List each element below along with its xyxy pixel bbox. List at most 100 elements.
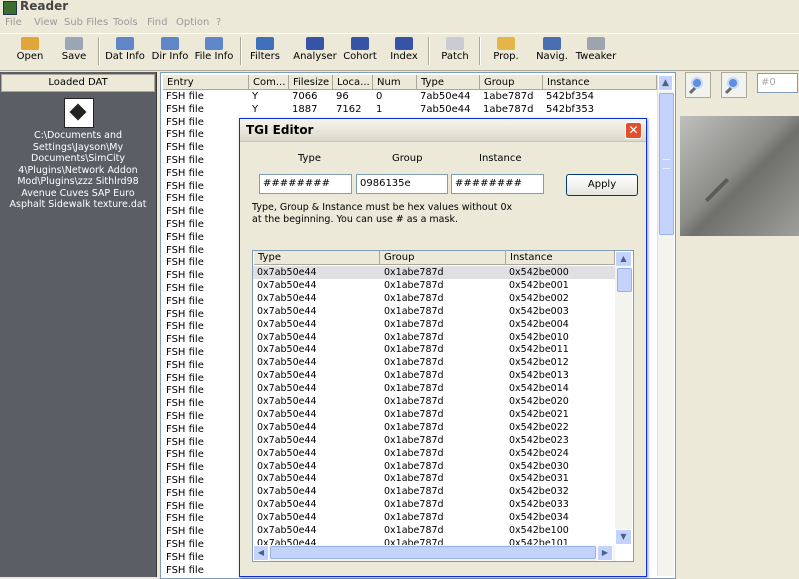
index-button[interactable]: Index	[387, 34, 421, 68]
tgi-list-row[interactable]: 0x7ab50e44 0x1abe787d 0x542be030	[253, 460, 617, 473]
file-list-row[interactable]: FSH file Y 1887 7162 1 7ab50e44 1abe787d 542bf3…	[166, 104, 656, 116]
column-type[interactable]: Type	[417, 75, 480, 90]
tgi-column-type[interactable]: Type	[254, 251, 380, 265]
file-list-cell: 542bf354	[546, 91, 595, 102]
close-icon[interactable]: ✕	[625, 122, 642, 139]
scroll-right-icon[interactable]: ▶	[597, 545, 613, 561]
scroll-left-icon[interactable]: ◀	[253, 545, 269, 561]
file-list-cell: FSH file	[166, 564, 204, 576]
column-compressed[interactable]: Com...	[249, 75, 289, 90]
dialog-title-bar[interactable]: TGI Editor ✕	[240, 119, 646, 142]
menu-tools[interactable]: Tools	[113, 17, 138, 28]
menu-find[interactable]: Find	[147, 17, 168, 28]
cohort-icon	[351, 37, 369, 50]
tgi-column-group[interactable]: Group	[380, 251, 506, 265]
tgi-list-row[interactable]: 0x7ab50e44 0x1abe787d 0x542be011	[253, 343, 617, 356]
texture-preview-panel: #0	[678, 72, 799, 577]
tgi-list-cell: 0x542be032	[509, 486, 569, 498]
file-list-scrollbar[interactable]: ▲	[657, 75, 674, 576]
tgi-list[interactable]: Type Group Instance 0x7ab50e44 0x1abe787d…	[252, 250, 634, 562]
tgi-list-row[interactable]: 0x7ab50e44 0x1abe787d 0x542be100	[253, 524, 617, 537]
tgi-list-row[interactable]: 0x7ab50e44 0x1abe787d 0x542be003	[253, 305, 617, 318]
dir-info-button[interactable]: Dir Info	[150, 34, 190, 68]
file-list-cell: FSH file	[166, 398, 204, 410]
column-instance[interactable]: Instance	[543, 75, 657, 90]
tgi-list-row[interactable]: 0x7ab50e44 0x1abe787d 0x542be022	[253, 421, 617, 434]
group-input[interactable]: 0986135e	[356, 174, 448, 194]
filters-button[interactable]: Filters	[247, 34, 283, 68]
menu-file[interactable]: File	[5, 17, 22, 28]
apply-button[interactable]: Apply	[566, 174, 638, 196]
zoom-in-button[interactable]	[685, 72, 711, 98]
dialog-title: TGI Editor	[246, 123, 314, 137]
tgi-list-row[interactable]: 0x7ab50e44 0x1abe787d 0x542be020	[253, 395, 617, 408]
tgi-list-row[interactable]: 0x7ab50e44 0x1abe787d 0x542be001	[253, 279, 617, 292]
tgi-list-row[interactable]: 0x7ab50e44 0x1abe787d 0x542be033	[253, 498, 617, 511]
file-list-cell: Y	[252, 103, 259, 115]
tgi-list-row[interactable]: 0x7ab50e44 0x1abe787d 0x542be010	[253, 331, 617, 344]
scroll-thumb[interactable]	[617, 268, 632, 292]
group-label: Group	[392, 153, 423, 164]
scroll-down-icon[interactable]: ▼	[615, 529, 632, 545]
analyser-button[interactable]: Analyser	[292, 34, 338, 68]
toolbar-separator	[479, 37, 481, 65]
type-input[interactable]: ########	[259, 174, 352, 194]
index-icon	[395, 37, 413, 50]
tgi-list-row[interactable]: 0x7ab50e44 0x1abe787d 0x542be024	[253, 447, 617, 460]
scroll-thumb[interactable]	[659, 93, 674, 235]
scroll-up-icon[interactable]: ▲	[658, 75, 673, 91]
zoom-field[interactable]: #0	[757, 73, 798, 93]
tgi-list-row[interactable]: 0x7ab50e44 0x1abe787d 0x542be034	[253, 511, 617, 524]
tgi-list-cell: 0x542be001	[509, 279, 569, 291]
tgi-list-row[interactable]: 0x7ab50e44 0x1abe787d 0x542be013	[253, 369, 617, 382]
tgi-list-cell: 0x542be014	[509, 383, 569, 395]
file-list-cell: FSH file	[166, 283, 204, 294]
file-info-button[interactable]: File Info	[193, 34, 235, 68]
tgi-list-row[interactable]: 0x7ab50e44 0x1abe787d 0x542be032	[253, 485, 617, 498]
tgi-list-cell: 0x1abe787d	[384, 305, 444, 317]
tweaker-button[interactable]: Tweaker	[575, 34, 617, 68]
tgi-list-row[interactable]: 0x7ab50e44 0x1abe787d 0x542be014	[253, 382, 617, 395]
tgi-list-cell: 0x7ab50e44	[257, 267, 317, 278]
tgi-list-cell: 0x1abe787d	[384, 267, 444, 278]
tgi-list-row[interactable]: 0x7ab50e44 0x1abe787d 0x542be021	[253, 408, 617, 421]
cohort-button[interactable]: Cohort	[342, 34, 378, 68]
tgi-list-row[interactable]: 0x7ab50e44 0x1abe787d 0x542be000	[253, 266, 617, 279]
column-location[interactable]: Loca...	[333, 75, 373, 90]
tgi-column-instance[interactable]: Instance	[506, 251, 615, 265]
menu-sub-files[interactable]: Sub Files	[64, 17, 108, 28]
tgi-list-row[interactable]: 0x7ab50e44 0x1abe787d 0x542be004	[253, 318, 617, 331]
scroll-up-icon[interactable]: ▲	[615, 251, 632, 267]
file-list-cell: FSH file	[166, 321, 204, 333]
scroll-thumb[interactable]	[270, 546, 596, 559]
tgi-list-row[interactable]: 0x7ab50e44 0x1abe787d 0x542be012	[253, 356, 617, 369]
column-entry[interactable]: Entry	[163, 75, 249, 90]
file-list-row[interactable]: FSH file Y 7066 96 0 7ab50e44 1abe787d 542bf354	[166, 91, 656, 103]
column-num[interactable]: Num	[373, 75, 417, 90]
patch-button[interactable]: Patch	[438, 34, 472, 68]
column-group[interactable]: Group	[480, 75, 543, 90]
dat-info-button[interactable]: Dat Info	[103, 34, 147, 68]
file-list-cell: FSH file	[166, 347, 204, 358]
menu-view[interactable]: View	[34, 17, 58, 28]
zoom-out-button[interactable]	[721, 72, 747, 98]
tgi-list-row[interactable]: 0x7ab50e44 0x1abe787d 0x542be023	[253, 434, 617, 447]
file-list-cell: FSH file	[166, 551, 204, 563]
tgi-list-cell: 0x7ab50e44	[257, 421, 317, 433]
navigator-button[interactable]: Navig.	[534, 34, 570, 68]
tgi-list-horizontal-scrollbar[interactable]: ◀ ▶	[253, 545, 615, 561]
column-filesize[interactable]: Filesize	[289, 75, 333, 90]
tgi-list-row[interactable]: 0x7ab50e44 0x1abe787d 0x542be031	[253, 472, 617, 485]
menu-help[interactable]: ?	[216, 17, 221, 28]
menu-option[interactable]: Option	[176, 17, 209, 28]
tgi-list-row[interactable]: 0x7ab50e44 0x1abe787d 0x542be002	[253, 292, 617, 305]
file-list-cell: FSH file	[166, 180, 204, 192]
tgi-list-vertical-scrollbar[interactable]: ▲ ▼	[615, 251, 632, 545]
open-button[interactable]: Open	[8, 34, 52, 68]
save-button[interactable]: Save	[54, 34, 94, 68]
file-list-cell: Y	[252, 91, 259, 102]
tgi-list-cell: 0x542be004	[509, 318, 569, 330]
properties-button[interactable]: Prop.	[488, 34, 524, 68]
file-list-cell: 1	[376, 103, 383, 115]
instance-input[interactable]: ########	[451, 174, 544, 194]
